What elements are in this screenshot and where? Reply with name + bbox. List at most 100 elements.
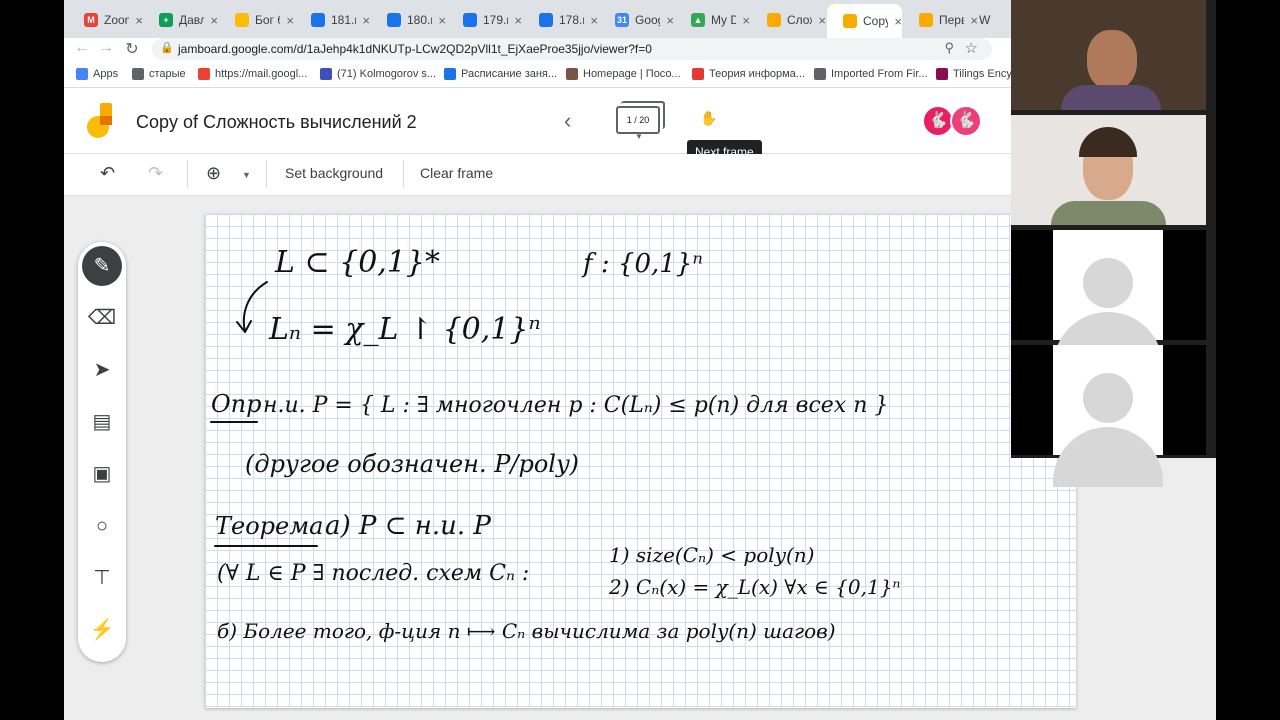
browser-tab[interactable]: Слож ×	[751, 8, 826, 32]
wave-icon	[463, 13, 477, 27]
tab-title: 179.n	[483, 13, 508, 27]
user-avatar[interactable]: 🐇	[950, 105, 982, 137]
folder-icon	[132, 68, 144, 80]
shape-circle-icon[interactable]: ○	[82, 506, 122, 546]
handwritten-line: (∀ L ∈ P ∃ послед. схем Cₙ :	[217, 561, 529, 586]
tab-title: Zoom	[104, 13, 129, 27]
laser-icon[interactable]: ⚡	[82, 610, 122, 650]
browser-tab[interactable]: 180.n ×	[371, 8, 446, 32]
bookmark-item[interactable]: Расписание заня...	[444, 68, 557, 80]
close-tab-icon[interactable]: ×	[438, 13, 446, 28]
zoom-dropdown-icon[interactable]: ▼	[242, 170, 251, 180]
reload-icon[interactable]: ↻	[122, 39, 142, 59]
sheets-icon: +	[159, 13, 173, 27]
address-bar[interactable]: 🔒 jamboard.google.com/d/1aJehp4k1dNKUTp-…	[152, 38, 992, 60]
document-title[interactable]: Copy of Сложность вычислений 2	[136, 112, 417, 133]
close-tab-icon[interactable]: ×	[894, 14, 902, 29]
participant-video[interactable]	[1011, 230, 1206, 372]
browser-tab[interactable]: ▲ My D ×	[675, 8, 750, 32]
bookmark-label: Теория информа...	[709, 68, 805, 80]
bookmark-icon	[936, 68, 948, 80]
close-tab-icon[interactable]: ×	[210, 13, 218, 28]
calendar-icon: 31	[615, 13, 629, 27]
toolbar-divider	[187, 160, 188, 188]
back-icon[interactable]: ←	[72, 39, 92, 57]
tool-rail: ✎ ⌫ ➤ ▤ ▣ ○ ⊤ ⚡	[78, 242, 126, 662]
undo-icon[interactable]: ↶	[100, 163, 115, 184]
participant-hair	[1079, 127, 1137, 157]
close-tab-icon[interactable]: ×	[514, 13, 522, 28]
wave-icon	[539, 13, 553, 27]
previous-frame-icon[interactable]: ‹	[564, 108, 571, 134]
participant-video[interactable]	[1011, 345, 1206, 487]
set-background-button[interactable]: Set background	[285, 165, 383, 181]
participant-body	[1061, 85, 1161, 110]
close-tab-icon[interactable]: ×	[362, 13, 370, 28]
image-icon[interactable]: ▣	[82, 454, 122, 494]
bookmark-item[interactable]: старые	[132, 68, 186, 80]
close-tab-icon[interactable]: ×	[666, 13, 674, 28]
tab-title: Goog	[635, 13, 660, 27]
handwritten-line: 2) Cₙ(x) = χ_L(x) ∀x ∈ {0,1}ⁿ	[608, 575, 901, 599]
bookmark-item[interactable]: (71) Kolmogorov s...	[320, 68, 436, 80]
placeholder-body-icon	[1053, 427, 1163, 487]
close-tab-icon[interactable]: ×	[742, 13, 750, 28]
forward-icon[interactable]: →	[96, 39, 116, 57]
gmail-icon	[198, 68, 210, 80]
browser-tab[interactable]: 181.m ×	[295, 8, 370, 32]
browser-tab[interactable]: Copy ×	[827, 4, 902, 38]
handwritten-line: Опр	[211, 390, 262, 418]
next-frame-icon[interactable]: ✋	[700, 110, 717, 127]
redo-icon[interactable]: ↷	[148, 163, 163, 184]
participant-video[interactable]	[1011, 115, 1206, 225]
tab-title: 178.n	[559, 13, 584, 27]
frame-counter[interactable]: 1 / 20	[616, 106, 660, 134]
bookmark-item[interactable]: Теория информа...	[692, 68, 805, 80]
bookmark-star-icon[interactable]: ☆	[965, 39, 978, 57]
eraser-icon[interactable]: ⌫	[82, 298, 122, 338]
close-tab-icon[interactable]: ×	[818, 13, 826, 28]
close-tab-icon[interactable]: ×	[970, 13, 978, 28]
close-tab-icon[interactable]: ×	[286, 13, 294, 28]
browser-tab[interactable]: 179.n ×	[447, 8, 522, 32]
clear-frame-button[interactable]: Clear frame	[420, 165, 493, 181]
bookmark-item[interactable]: https://mail.googl...	[198, 68, 307, 80]
participant-video[interactable]	[1011, 0, 1206, 110]
bookmark-label: Imported From Fir...	[831, 68, 928, 80]
jamboard-logo-icon[interactable]	[86, 103, 114, 139]
pen-icon[interactable]: ✎	[82, 246, 122, 286]
bookmark-label: https://mail.googl...	[215, 68, 308, 80]
whiteboard-frame[interactable]: L ⊂ {0,1}* f : {0,1}ⁿ Lₙ = χ_L ↾ {0,1}ⁿ …	[205, 214, 1076, 708]
frame-caret-icon: ▼	[635, 132, 643, 141]
browser-tab[interactable]: Бог б ×	[219, 8, 294, 32]
zoom-icon[interactable]: ⚲	[944, 40, 954, 56]
bookmark-item[interactable]: Tilings Ency	[936, 68, 1012, 80]
toolbar-divider	[403, 160, 404, 188]
browser-tab[interactable]: M Zoom ×	[68, 8, 143, 32]
browser-tab[interactable]: 178.n ×	[523, 8, 598, 32]
close-tab-icon[interactable]: ×	[135, 13, 143, 28]
tab-title: Слож	[787, 13, 812, 27]
apps-icon	[76, 68, 88, 80]
gmail-icon: M	[84, 13, 98, 27]
sticky-note-icon[interactable]: ▤	[82, 402, 122, 442]
text-box-icon[interactable]: ⊤	[82, 558, 122, 598]
close-tab-icon[interactable]: ×	[590, 13, 598, 28]
bookmark-label: Homepage | Посо...	[583, 68, 681, 80]
handwritten-line: н.и. P = { L : ∃ многочлен p : C(Lₙ) ≤ p…	[263, 393, 888, 418]
bookmark-item[interactable]: Imported From Fir...	[814, 68, 928, 80]
handwritten-line: (другое обозначен. P/poly)	[245, 450, 579, 478]
bookmark-item[interactable]: Homepage | Посо...	[566, 68, 681, 80]
lock-icon: 🔒	[160, 42, 174, 54]
zoom-in-icon[interactable]: ⊕	[206, 163, 221, 184]
browser-tab[interactable]: W	[979, 8, 999, 32]
participant-body	[1051, 201, 1166, 225]
handwritten-line: Lₙ = χ_L ↾ {0,1}ⁿ	[268, 312, 541, 347]
avatar-placeholder	[1053, 345, 1163, 487]
browser-tab[interactable]: Перв ×	[903, 8, 978, 32]
bookmark-item[interactable]: Apps	[76, 68, 118, 80]
browser-tab[interactable]: + Давл ×	[143, 8, 218, 32]
bookmark-icon	[444, 68, 456, 80]
select-arrow-icon[interactable]: ➤	[82, 350, 122, 390]
browser-tab[interactable]: 31 Goog ×	[599, 8, 674, 32]
